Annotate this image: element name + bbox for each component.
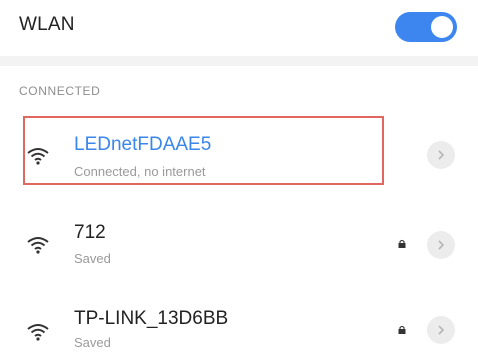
network-row-tplink[interactable]: TP-LINK_13D6BB Saved (0, 296, 478, 352)
toggle-knob (431, 16, 453, 38)
lock-icon (398, 239, 406, 248)
network-status: Saved (74, 335, 111, 350)
network-details-button[interactable] (427, 141, 455, 169)
network-name: TP-LINK_13D6BB (74, 308, 229, 329)
section-divider (0, 56, 478, 66)
page-title: WLAN (19, 14, 75, 35)
wlan-header: WLAN (0, 0, 478, 56)
wlan-toggle[interactable] (395, 12, 457, 42)
wifi-icon (27, 148, 49, 165)
chevron-right-icon (438, 325, 445, 335)
chevron-right-icon (438, 240, 445, 250)
lock-icon (398, 325, 406, 334)
network-name: 712 (74, 222, 106, 243)
network-row-712[interactable]: 712 Saved (0, 208, 478, 280)
network-name: LEDnetFDAAE5 (74, 134, 212, 155)
network-details-button[interactable] (427, 316, 455, 344)
wifi-icon (27, 237, 49, 254)
chevron-right-icon (438, 150, 445, 160)
wifi-icon (27, 324, 49, 341)
section-label-connected: CONNECTED (19, 84, 101, 98)
network-status: Saved (74, 251, 111, 266)
network-details-button[interactable] (427, 231, 455, 259)
network-status: Connected, no internet (74, 164, 206, 179)
network-row-lednet[interactable]: LEDnetFDAAE5 Connected, no internet (0, 120, 478, 192)
